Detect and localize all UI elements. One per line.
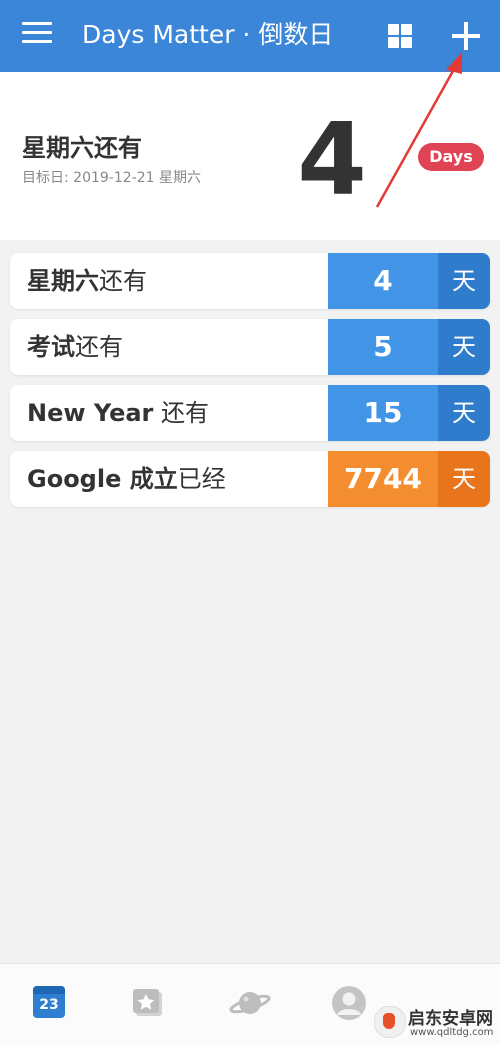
event-name: 星期六还有 <box>27 267 147 295</box>
featured-title: 星期六还有 <box>22 134 142 162</box>
event-row[interactable]: New Year 还有 15 天 <box>10 385 490 441</box>
days-unit-badge: Days <box>418 143 484 171</box>
event-list: 星期六还有 4 天 考试还有 5 天 New Year 还有 15 天 Goog… <box>10 253 490 517</box>
avatar-icon <box>332 986 366 1020</box>
featured-days-number: 4 <box>297 101 367 218</box>
event-day-count: 15 <box>328 385 438 441</box>
plus-icon[interactable] <box>450 18 482 52</box>
nav-tab-discover[interactable] <box>200 964 300 1045</box>
featured-target-date: 目标日: 2019-12-21 星期六 <box>22 170 201 186</box>
event-name: New Year 还有 <box>27 399 210 427</box>
event-day-count: 5 <box>328 319 438 375</box>
nav-tab-profile[interactable] <box>300 964 400 1045</box>
nav-tab-favorites[interactable] <box>100 964 200 1045</box>
event-day-unit: 天 <box>438 253 490 309</box>
event-row[interactable]: 星期六还有 4 天 <box>10 253 490 309</box>
event-row[interactable]: 考试还有 5 天 <box>10 319 490 375</box>
grid-view-icon[interactable] <box>386 22 414 50</box>
bottom-nav: 23 <box>0 963 500 1045</box>
event-row[interactable]: Google 成立已经 7744 天 <box>10 451 490 507</box>
event-day-count: 7744 <box>328 451 438 507</box>
star-card-icon <box>133 989 162 1016</box>
event-day-unit: 天 <box>438 385 490 441</box>
app-header: Days Matter · 倒数日 <box>0 0 500 72</box>
event-day-unit: 天 <box>438 319 490 375</box>
nav-tab-calendar[interactable]: 23 <box>0 964 100 1045</box>
featured-countdown[interactable]: 星期六还有 目标日: 2019-12-21 星期六 4 Days <box>0 72 500 240</box>
calendar-icon: 23 <box>33 986 65 1018</box>
event-name: 考试还有 <box>27 333 123 361</box>
planet-icon <box>229 992 271 1014</box>
app-title: Days Matter · 倒数日 <box>82 20 334 49</box>
event-day-count: 4 <box>328 253 438 309</box>
event-name: Google 成立已经 <box>27 465 226 493</box>
menu-icon[interactable] <box>22 22 52 48</box>
event-day-unit: 天 <box>438 451 490 507</box>
